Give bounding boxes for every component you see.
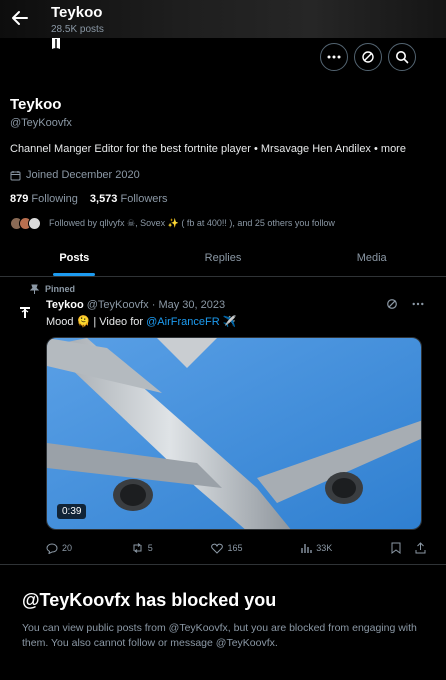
profile-bio: Channel Manger Editor for the best fortn… <box>10 143 430 155</box>
search-button[interactable] <box>388 43 416 71</box>
followed-by-text: Followed by qllvyfx ☠, Sovex ✨ ( fb at 4… <box>49 218 335 228</box>
header-post-count: 28.5K posts <box>51 24 104 35</box>
grok-button[interactable] <box>354 43 382 71</box>
grok-icon[interactable] <box>386 298 398 310</box>
following-count: 879 <box>10 193 29 205</box>
grok-icon <box>362 51 374 63</box>
profile-info: Teykoo @TeyKoovfx Channel Manger Editor … <box>10 96 430 230</box>
views-button[interactable]: 33K <box>301 542 332 554</box>
video-thumbnail <box>47 338 421 529</box>
profile-actions <box>320 43 416 71</box>
pinned-indicator: Pinned <box>30 284 75 294</box>
repost-icon <box>133 543 142 553</box>
bio-more-link[interactable]: more <box>381 143 406 155</box>
search-icon <box>396 51 409 64</box>
more-icon[interactable] <box>412 302 424 306</box>
heart-icon <box>211 543 224 554</box>
pin-icon <box>30 284 39 294</box>
calendar-icon <box>10 170 21 180</box>
share-icon[interactable] <box>415 542 426 554</box>
avatar[interactable] <box>49 37 63 51</box>
profile-tabs: Posts Replies Media <box>0 240 446 277</box>
like-count: 165 <box>227 543 243 553</box>
following-link[interactable]: 879 Following <box>10 193 78 205</box>
joined-text: Joined December 2020 <box>26 169 140 181</box>
joined-date: Joined December 2020 <box>10 169 430 181</box>
follower-avatars <box>10 217 41 230</box>
post-text: Mood 🫠 | Video for @AirFranceFR ✈️ <box>46 315 236 328</box>
blocked-body: You can view public posts from @TeyKoovf… <box>22 622 417 649</box>
post-text-suffix: ✈️ <box>219 316 237 328</box>
post-actions-top <box>386 298 424 310</box>
post-header: Teykoo @TeyKoovfx · May 30, 2023 <box>46 299 225 311</box>
post-video[interactable]: 0:39 <box>46 337 422 530</box>
reply-icon <box>46 542 58 554</box>
profile-handle: @TeyKoovfx <box>10 117 72 129</box>
post-author[interactable]: Teykoo <box>46 299 84 311</box>
repost-button[interactable]: 5 <box>131 542 153 554</box>
post-engagement: 20 5 165 33K <box>46 542 426 554</box>
post-text-prefix: Mood 🫠 | Video for <box>46 316 147 328</box>
repost-count: 5 <box>147 543 153 553</box>
post-share-actions <box>391 542 426 554</box>
video-duration: 0:39 <box>57 504 87 519</box>
post-mention-link[interactable]: @AirFranceFR <box>146 316 220 328</box>
more-button[interactable] <box>320 43 348 71</box>
reply-button[interactable]: 20 <box>46 542 72 554</box>
bookmark-icon[interactable] <box>391 542 401 554</box>
back-arrow-icon[interactable] <box>10 8 30 28</box>
post-handle-date: @TeyKoovfx · May 30, 2023 <box>86 299 226 311</box>
bio-text: Channel Manger Editor for the best fortn… <box>10 143 381 155</box>
followers-link[interactable]: 3,573 Followers <box>90 193 168 205</box>
reply-count: 20 <box>62 543 73 553</box>
tab-media[interactable]: Media <box>297 240 446 276</box>
followers-count: 3,573 <box>89 193 118 205</box>
top-bar: Teykoo 28.5K posts <box>0 0 446 38</box>
profile-name: Teykoo <box>10 96 62 113</box>
followed-by[interactable]: Followed by qllvyfx ☠, Sovex ✨ ( fb at 4… <box>10 217 430 230</box>
following-label: Following <box>31 193 78 205</box>
blocked-title: @TeyKoovfx has blocked you <box>22 590 277 610</box>
blocked-notice: @TeyKoovfx has blocked you You can view … <box>22 590 422 651</box>
tab-replies[interactable]: Replies <box>149 240 298 276</box>
pinned-label: Pinned <box>45 284 76 294</box>
follow-stats: 879 Following 3,573 Followers <box>10 193 430 205</box>
post-avatar[interactable] <box>18 306 32 320</box>
pinned-post[interactable]: Pinned Teykoo @TeyKoovfx · May 30, 2023 … <box>0 278 446 565</box>
views-icon <box>301 544 312 553</box>
tab-posts[interactable]: Posts <box>0 240 149 276</box>
views-count: 33K <box>316 543 333 553</box>
like-button[interactable]: 165 <box>211 542 243 554</box>
more-icon <box>327 55 341 59</box>
follower-avatar <box>28 217 41 230</box>
header-name: Teykoo <box>51 4 103 21</box>
followers-label: Followers <box>120 193 168 205</box>
